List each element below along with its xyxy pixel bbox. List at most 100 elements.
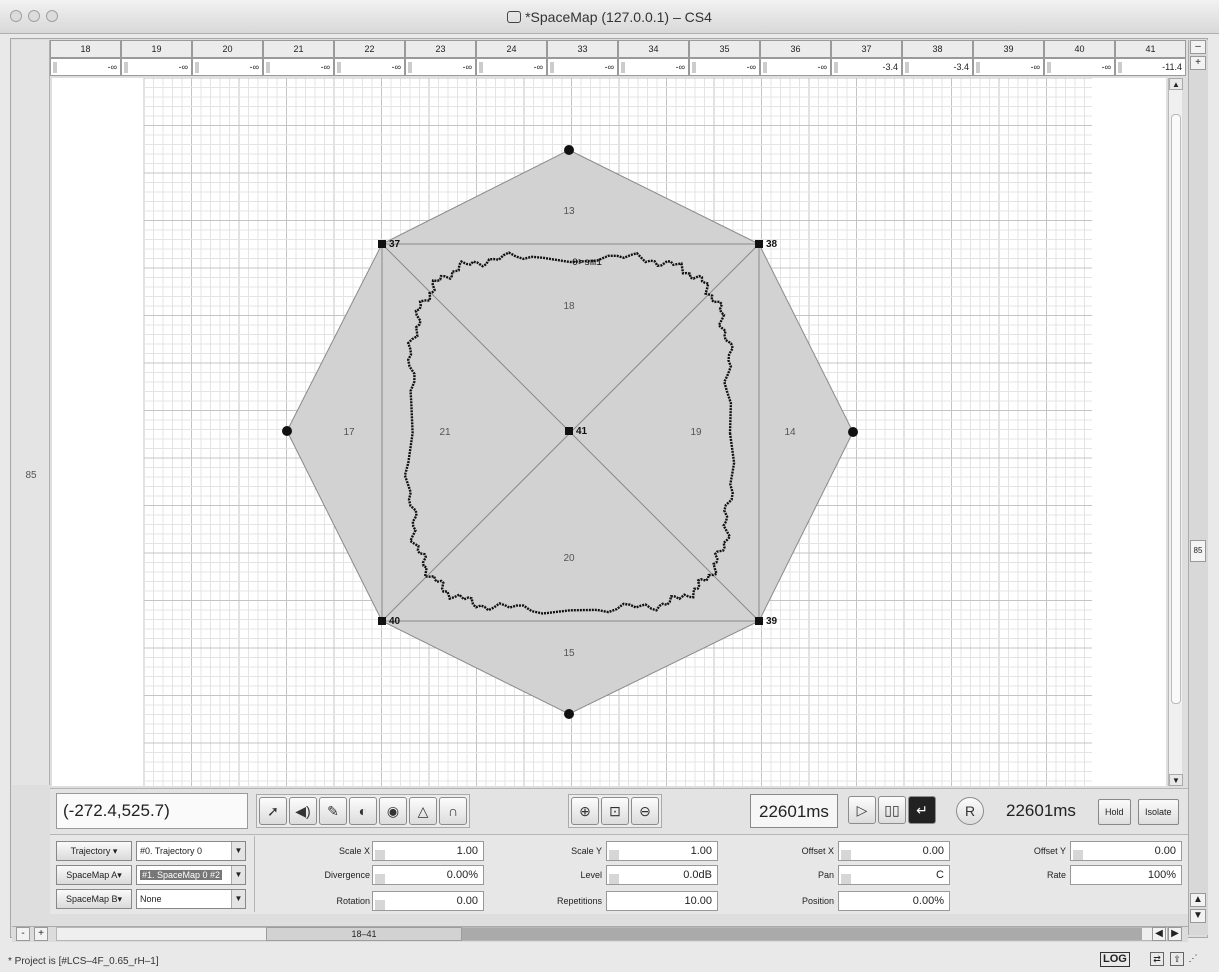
log-button[interactable]: LOG <box>1100 952 1130 967</box>
speaker-id-cell[interactable]: 36 <box>760 40 831 58</box>
speaker-id-cell[interactable]: 34 <box>618 40 689 58</box>
rotation-field[interactable]: 0.00 <box>372 891 484 911</box>
time-start-display: 22601ms <box>750 794 838 828</box>
speaker-id-cell[interactable]: 33 <box>547 40 618 58</box>
rate-field[interactable]: 100% <box>1070 865 1182 885</box>
scroll-left-arrow[interactable]: ◀ <box>1152 927 1166 941</box>
left-gutter: 85 <box>12 40 50 785</box>
speaker-node[interactable] <box>378 617 386 625</box>
speaker-id-cell[interactable]: 18 <box>50 40 121 58</box>
params-scroll-up-button[interactable]: ▲ <box>1190 893 1206 907</box>
params-scroll-down-button[interactable]: ▼ <box>1190 909 1206 923</box>
region-label: 19 <box>690 427 702 438</box>
virtual-speaker-dot[interactable] <box>282 426 292 436</box>
speaker-node[interactable] <box>755 617 763 625</box>
speaker-icon[interactable]: ◀) <box>289 797 317 825</box>
speaker-id-cell[interactable]: 35 <box>689 40 760 58</box>
speaker-node[interactable] <box>565 427 573 435</box>
zoom-out-icon[interactable]: ⊖ <box>631 797 659 825</box>
record-icon[interactable]: R <box>956 797 984 825</box>
speaker-level-cell: -∞ <box>760 58 831 76</box>
virtual-speaker-dot[interactable] <box>564 709 574 719</box>
level-label: Level <box>580 870 602 880</box>
hold-button[interactable]: Hold <box>1098 799 1131 825</box>
speaker-node[interactable] <box>378 240 386 248</box>
speaker-id-cell[interactable]: 24 <box>476 40 547 58</box>
pan-field[interactable]: C <box>838 865 950 885</box>
scroll-up-arrow[interactable]: ▲ <box>1169 78 1183 90</box>
spacemap-a-select[interactable]: #1. SpaceMap 0 #2 ▼ <box>136 865 246 885</box>
speaker-id-cell[interactable]: 39 <box>973 40 1044 58</box>
speaker-level-value: -∞ <box>462 62 472 72</box>
horizontal-scroll-thumb[interactable]: 18–41 <box>266 927 462 941</box>
isolate-button[interactable]: Isolate <box>1138 799 1179 825</box>
level-field[interactable]: 0.0dB <box>606 865 718 885</box>
virtual-speaker-dot[interactable] <box>564 145 574 155</box>
spacemap-b-menu-button[interactable]: SpaceMap B▾ <box>56 889 132 909</box>
canvas-vertical-scrollbar[interactable]: ▲ ▼ <box>1168 78 1183 786</box>
speaker-level-meter <box>550 62 554 73</box>
region-label: 14 <box>784 427 796 438</box>
speaker-level-cell: -∞ <box>121 58 192 76</box>
headphones-icon[interactable]: ∩ <box>439 797 467 825</box>
scroll-right-arrow[interactable]: ▶ <box>1168 927 1182 941</box>
scale-y-field[interactable]: 1.00 <box>606 841 718 861</box>
spacemap-b-select-value: None <box>140 894 162 904</box>
speaker-id-cell[interactable]: 19 <box>121 40 192 58</box>
speaker-move-icon[interactable]: ◐ <box>349 797 377 825</box>
divergence-field[interactable]: 0.00% <box>372 865 484 885</box>
zoom-in-vertical-button[interactable]: + <box>1190 56 1206 70</box>
speaker-id-cell[interactable]: 23 <box>405 40 476 58</box>
speaker-level-value: -∞ <box>249 62 259 72</box>
speaker-level-cell: -11.4 <box>1115 58 1186 76</box>
speaker-level-meter <box>408 62 412 73</box>
speaker-id-cell[interactable]: 20 <box>192 40 263 58</box>
speaker-id-cell[interactable]: 37 <box>831 40 902 58</box>
speaker-id-cell[interactable]: 40 <box>1044 40 1115 58</box>
speaker-id-cell[interactable]: 41 <box>1115 40 1186 58</box>
triangle-tool-icon[interactable]: △ <box>409 797 437 825</box>
select-arrow-icon[interactable]: ➚ <box>259 797 287 825</box>
return-icon[interactable]: ↵ <box>908 796 936 824</box>
trajectory-pen-icon[interactable]: ✎ <box>319 797 347 825</box>
speaker-id-cell[interactable]: 22 <box>334 40 405 58</box>
zoom-in-icon[interactable]: ⊕ <box>571 797 599 825</box>
pan-meter <box>841 874 851 884</box>
trajectory-label: 0>sm1 <box>572 258 602 269</box>
resize-grip-icon[interactable]: ⋰ <box>1186 952 1200 966</box>
zoom-out-vertical-button[interactable]: – <box>1190 40 1206 54</box>
speaker-node[interactable] <box>755 240 763 248</box>
network-icon[interactable]: ⇄ <box>1150 952 1164 966</box>
scroll-thumb[interactable] <box>1171 114 1181 704</box>
pause-icon[interactable]: ▯▯ <box>878 796 906 824</box>
mute-icon[interactable]: ◉ <box>379 797 407 825</box>
speaker-level-value: -3.4 <box>953 62 969 72</box>
trajectory-select[interactable]: #0. Trajectory 0 ▼ <box>136 841 246 861</box>
spacemap-a-menu-button[interactable]: SpaceMap A▾ <box>56 865 132 885</box>
repetitions-field[interactable]: 10.00 <box>606 891 718 911</box>
offset-y-label: Offset Y <box>1033 846 1066 856</box>
speaker-level-cell: -∞ <box>263 58 334 76</box>
offset-y-field[interactable]: 0.00 <box>1070 841 1182 861</box>
trajectory-menu-button[interactable]: Trajectory ▾ <box>56 841 132 861</box>
speaker-id-cell[interactable]: 21 <box>263 40 334 58</box>
region-label: 17 <box>343 427 355 438</box>
h-zoom-in-button[interactable]: + <box>34 927 48 941</box>
speaker-id-cell[interactable]: 38 <box>902 40 973 58</box>
spacemap-drawing[interactable]: 13 14 15 17 18 19 20 21 0>sm1 37 38 39 40 41 <box>52 78 1166 786</box>
position-field[interactable]: 0.00% <box>838 891 950 911</box>
offset-x-field[interactable]: 0.00 <box>838 841 950 861</box>
virtual-speaker-dot[interactable] <box>848 427 858 437</box>
spacemap-canvas[interactable]: 13 14 15 17 18 19 20 21 0>sm1 37 38 39 40 41 <box>52 78 1166 786</box>
upload-icon[interactable]: ⇧ <box>1170 952 1184 966</box>
play-icon[interactable]: ▷ <box>848 796 876 824</box>
chevron-down-icon: ▼ <box>231 866 245 884</box>
divergence-value: 0.00% <box>446 869 478 881</box>
h-zoom-out-button[interactable]: - <box>16 927 30 941</box>
rate-label: Rate <box>1046 870 1066 880</box>
scroll-down-arrow[interactable]: ▼ <box>1169 774 1183 786</box>
speaker-level-value: -∞ <box>1101 62 1111 72</box>
scale-x-field[interactable]: 1.00 <box>372 841 484 861</box>
zoom-fit-icon[interactable]: ⊡ <box>601 797 629 825</box>
spacemap-b-select[interactable]: None ▼ <box>136 889 246 909</box>
